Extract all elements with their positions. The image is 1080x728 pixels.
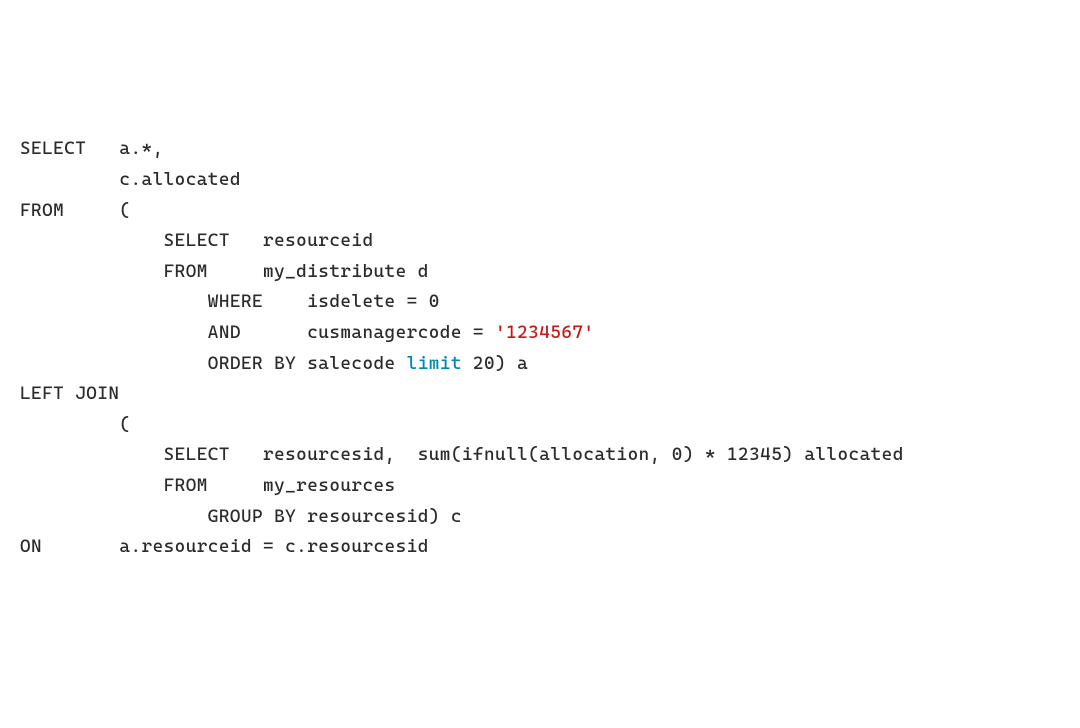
code-text: resourcesid, sum(ifnull(allocation, 0) *… [230, 444, 904, 465]
code-text: resourcesid) c [296, 506, 462, 527]
keyword-from: FROM [20, 261, 208, 282]
code-text: my_distribute d [208, 261, 429, 282]
keyword-where: WHERE [20, 291, 263, 312]
keyword-orderby: ORDER BY [20, 353, 296, 374]
code-text: ( [20, 414, 130, 435]
code-text: salecode [296, 353, 406, 374]
keyword-from: FROM [20, 200, 64, 221]
code-text: c.allocated [20, 169, 241, 190]
code-text: isdelete = 0 [263, 291, 440, 312]
keyword-select: SELECT [20, 230, 230, 251]
keyword-leftjoin: LEFT JOIN [20, 383, 119, 404]
code-text: a.*, [86, 138, 163, 159]
keyword-from: FROM [20, 475, 208, 496]
code-text: ( [64, 200, 130, 221]
code-text: resourceid [230, 230, 374, 251]
keyword-groupby: GROUP BY [20, 506, 296, 527]
keyword-select: SELECT [20, 444, 230, 465]
code-text: cusmanagercode = [241, 322, 495, 343]
keyword-limit: limit [407, 353, 462, 374]
sql-code-block: SELECT a.*, c.allocated FROM ( SELECT re… [20, 134, 1060, 562]
keyword-on: ON [20, 536, 42, 557]
code-text: my_resources [208, 475, 396, 496]
keyword-select: SELECT [20, 138, 86, 159]
string-literal: '1234567' [495, 322, 594, 343]
code-text: a.resourceid = c.resourcesid [42, 536, 429, 557]
keyword-and: AND [20, 322, 241, 343]
code-text: 20) a [462, 353, 528, 374]
